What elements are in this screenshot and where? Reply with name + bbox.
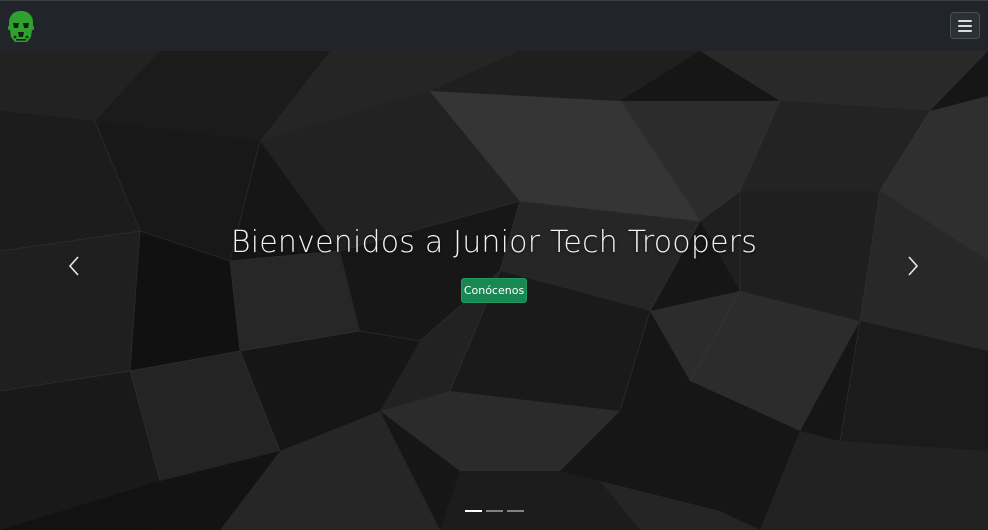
carousel-caption: Bienvenidos a Junior Tech Troopers [0, 225, 988, 260]
carousel-indicators [465, 510, 524, 512]
chevron-left-icon [68, 256, 79, 276]
carousel-indicator-1[interactable] [465, 510, 482, 512]
chevron-right-icon [908, 256, 919, 276]
carousel-prev-button[interactable] [54, 246, 94, 286]
hero-carousel: Bienvenidos a Junior Tech Troopers Conóc… [0, 51, 988, 530]
hero-title: Bienvenidos a Junior Tech Troopers [230, 225, 758, 260]
hamburger-menu-icon [958, 19, 972, 22]
carousel-indicator-2[interactable] [486, 510, 503, 512]
navbar-toggler-button[interactable] [950, 12, 980, 39]
conocenos-button[interactable]: Conócenos [461, 278, 527, 303]
navbar [0, 0, 988, 51]
brand-logo[interactable] [6, 10, 36, 43]
carousel-indicator-3[interactable] [507, 510, 524, 512]
stormtrooper-helmet-icon [8, 11, 34, 42]
carousel-next-button[interactable] [893, 246, 933, 286]
